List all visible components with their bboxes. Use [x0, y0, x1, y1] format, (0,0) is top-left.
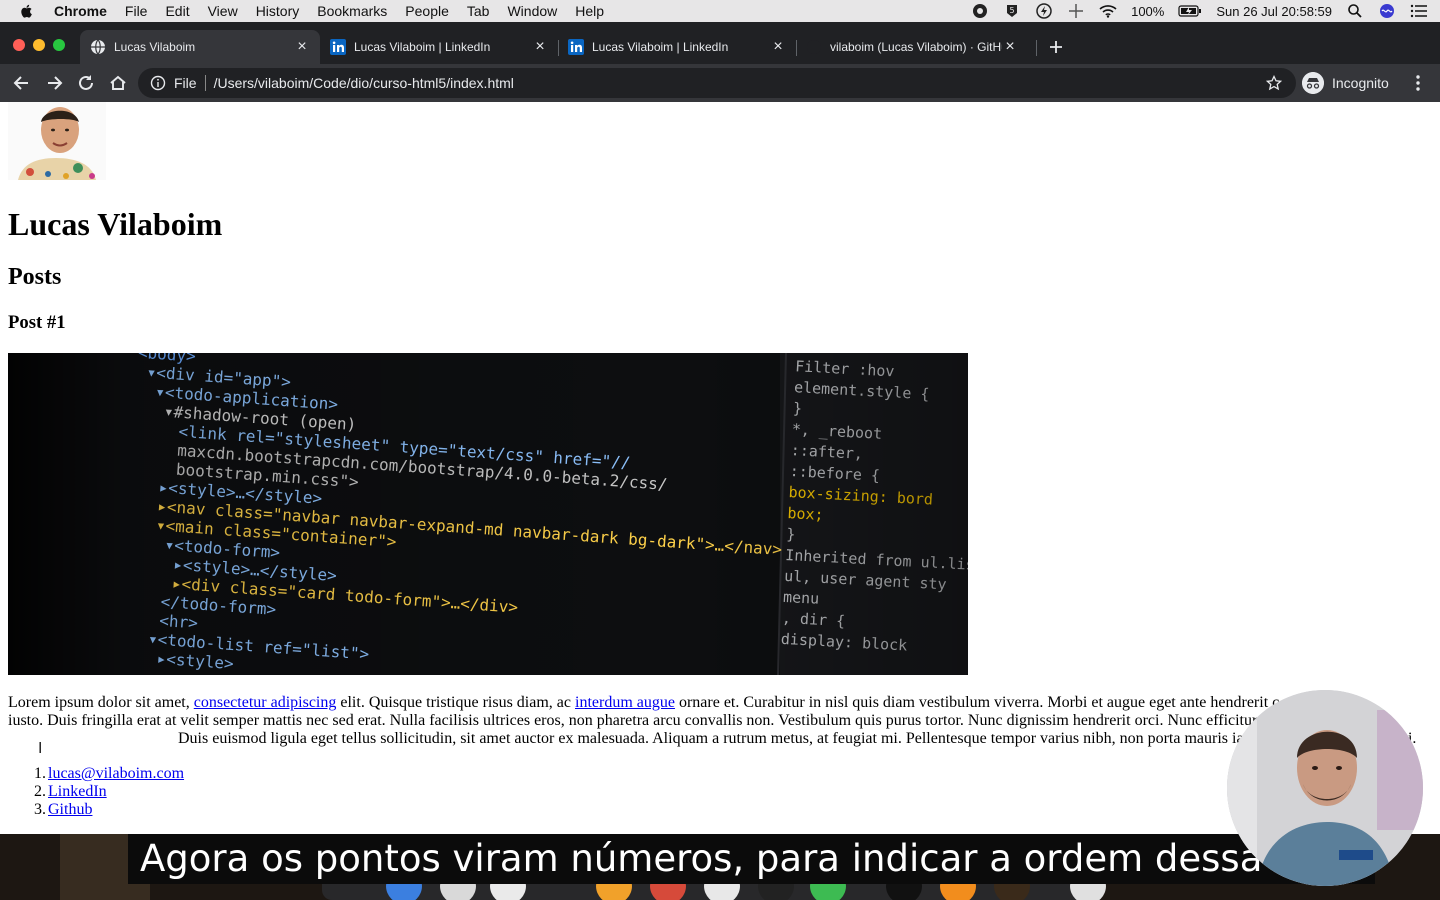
menu-file[interactable]: File [125, 3, 148, 19]
video-subtitle: Agora os pontos viram números, para indi… [128, 834, 1375, 884]
tab-separator [1036, 40, 1037, 56]
lightning-tray-icon[interactable] [1035, 3, 1053, 19]
menu-bar-extras: 5 100% Sun 26 Jul 20:58:59 [971, 0, 1428, 22]
back-arrow-icon[interactable] [11, 72, 33, 94]
battery-charging-icon[interactable] [1178, 3, 1202, 19]
incognito-profile-button[interactable]: Incognito [1302, 72, 1389, 94]
battery-percent: 100% [1131, 3, 1165, 19]
menu-view[interactable]: View [208, 3, 238, 19]
tab-title: vilaboim (Lucas Vilaboim) · GitHub [830, 40, 1002, 54]
apple-logo-icon[interactable] [18, 3, 36, 19]
menu-people[interactable]: People [405, 3, 449, 19]
inline-link-interdum[interactable]: interdum augue [575, 694, 675, 711]
bookmark-star-icon[interactable] [1266, 75, 1282, 91]
clock[interactable]: Sun 26 Jul 20:58:59 [1216, 4, 1332, 19]
profile-photo-illustration [8, 102, 106, 180]
tab-lucas-vilaboim[interactable]: Lucas Vilaboim × [80, 30, 320, 64]
spotlight-search-icon[interactable] [1346, 3, 1364, 19]
incognito-icon [1302, 72, 1324, 94]
tab-close-icon[interactable]: × [294, 38, 310, 56]
paragraph-text: elit. Quisque tristique risus diam, ac [336, 694, 575, 711]
posts-heading: Posts [8, 264, 62, 290]
linkedin-icon [568, 39, 584, 55]
new-tab-plus-icon[interactable] [1048, 39, 1064, 55]
macos-menu-bar: Chrome File Edit View History Bookmarks … [0, 0, 1440, 22]
list-number: 3. [34, 801, 46, 818]
shield-tray-icon[interactable]: 5 [1003, 3, 1021, 19]
tab-title: Lucas Vilaboim [114, 40, 196, 54]
window-minimize-button[interactable] [33, 39, 45, 51]
github-icon [807, 40, 821, 54]
window-zoom-button[interactable] [53, 39, 65, 51]
paragraph-text: iusto. Duis fringilla erat at velit semp… [8, 712, 1291, 729]
more-menu-icon[interactable] [1407, 72, 1429, 94]
post-image-code-screenshot: <body>▾<div id="app">▾<todo-application>… [8, 353, 968, 675]
tab-title: Lucas Vilaboim | LinkedIn [354, 40, 491, 54]
siri-icon[interactable] [1378, 3, 1396, 19]
list-item: 3. Github [8, 801, 184, 819]
move-tray-icon[interactable] [1067, 3, 1085, 19]
notification-center-icon[interactable] [1410, 3, 1428, 19]
home-icon[interactable] [107, 72, 129, 94]
wifi-icon[interactable] [1099, 3, 1117, 19]
email-link[interactable]: lucas@vilaboim.com [48, 765, 184, 782]
list-item: 2. LinkedIn [8, 783, 184, 801]
tab-title: Lucas Vilaboim | LinkedIn [592, 40, 729, 54]
profile-photo [8, 102, 106, 180]
webcam-overlay [1227, 690, 1423, 886]
omnibox-divider [204, 75, 206, 91]
menu-window[interactable]: Window [507, 3, 557, 19]
github-link[interactable]: Github [48, 801, 92, 818]
inline-link-consectetur[interactable]: consectetur adipiscing [194, 694, 337, 711]
tab-close-icon[interactable]: × [532, 38, 548, 56]
list-item: 1. lucas@vilaboim.com [8, 765, 184, 783]
paragraph-text: ornare et. Curabitur in nisl quis diam v… [674, 694, 1280, 711]
globe-icon [91, 39, 105, 55]
browser-toolbar: File /Users/vilaboim/Code/dio/curso-html… [0, 64, 1440, 102]
menu-bookmarks[interactable]: Bookmarks [317, 3, 387, 19]
info-icon[interactable] [150, 75, 166, 91]
tab-linkedin-1[interactable]: Lucas Vilaboim | LinkedIn × [320, 30, 558, 64]
page-heading-name: Lucas Vilaboim [8, 206, 223, 242]
post-title: Post #1 [8, 312, 66, 333]
address-bar[interactable]: File /Users/vilaboim/Code/dio/curso-html… [138, 68, 1296, 98]
tab-close-icon[interactable]: × [770, 38, 786, 56]
forward-arrow-icon[interactable] [43, 72, 65, 94]
tab-linkedin-2[interactable]: Lucas Vilaboim | LinkedIn × [558, 30, 796, 64]
scheme-label: File [174, 75, 197, 91]
menu-app-chrome[interactable]: Chrome [54, 3, 107, 19]
url-text[interactable]: /Users/vilaboim/Code/dio/curso-html5/ind… [214, 75, 514, 91]
text-cursor-icon: I [38, 739, 43, 757]
list-number: 1. [34, 765, 46, 782]
contact-links-list: 1. lucas@vilaboim.com 2. LinkedIn 3. Github [8, 765, 184, 819]
presenter-webcam-image [1227, 690, 1423, 886]
post-body-paragraph: Lorem ipsum dolor sit amet, consectetur … [8, 694, 1432, 748]
svg-text:5: 5 [1010, 6, 1015, 15]
linkedin-link[interactable]: LinkedIn [48, 783, 107, 800]
menu-history[interactable]: History [256, 3, 300, 19]
paragraph-text: Duis euismod ligula eget tellus sollicit… [178, 730, 1417, 747]
linkedin-icon [330, 39, 346, 55]
web-page-viewport: Lucas Vilaboim Posts Post #1 <body>▾<div… [0, 102, 1440, 834]
browser-tab-strip: Lucas Vilaboim × Lucas Vilaboim | Linked… [0, 22, 1440, 64]
incognito-label: Incognito [1332, 75, 1389, 91]
paragraph-text: Lorem ipsum dolor sit amet, [8, 694, 194, 711]
menu-help[interactable]: Help [575, 3, 604, 19]
window-close-button[interactable] [13, 39, 25, 51]
tab-close-icon[interactable]: × [1002, 38, 1018, 56]
menu-tab[interactable]: Tab [467, 3, 490, 19]
tab-github[interactable]: vilaboim (Lucas Vilaboim) · GitHub × [796, 30, 1036, 64]
list-number: 2. [34, 783, 46, 800]
code-screenshot: <body>▾<div id="app">▾<todo-application>… [8, 353, 968, 675]
reload-icon[interactable] [75, 72, 97, 94]
app-tray-icon[interactable] [971, 3, 989, 19]
menu-edit[interactable]: Edit [165, 3, 189, 19]
